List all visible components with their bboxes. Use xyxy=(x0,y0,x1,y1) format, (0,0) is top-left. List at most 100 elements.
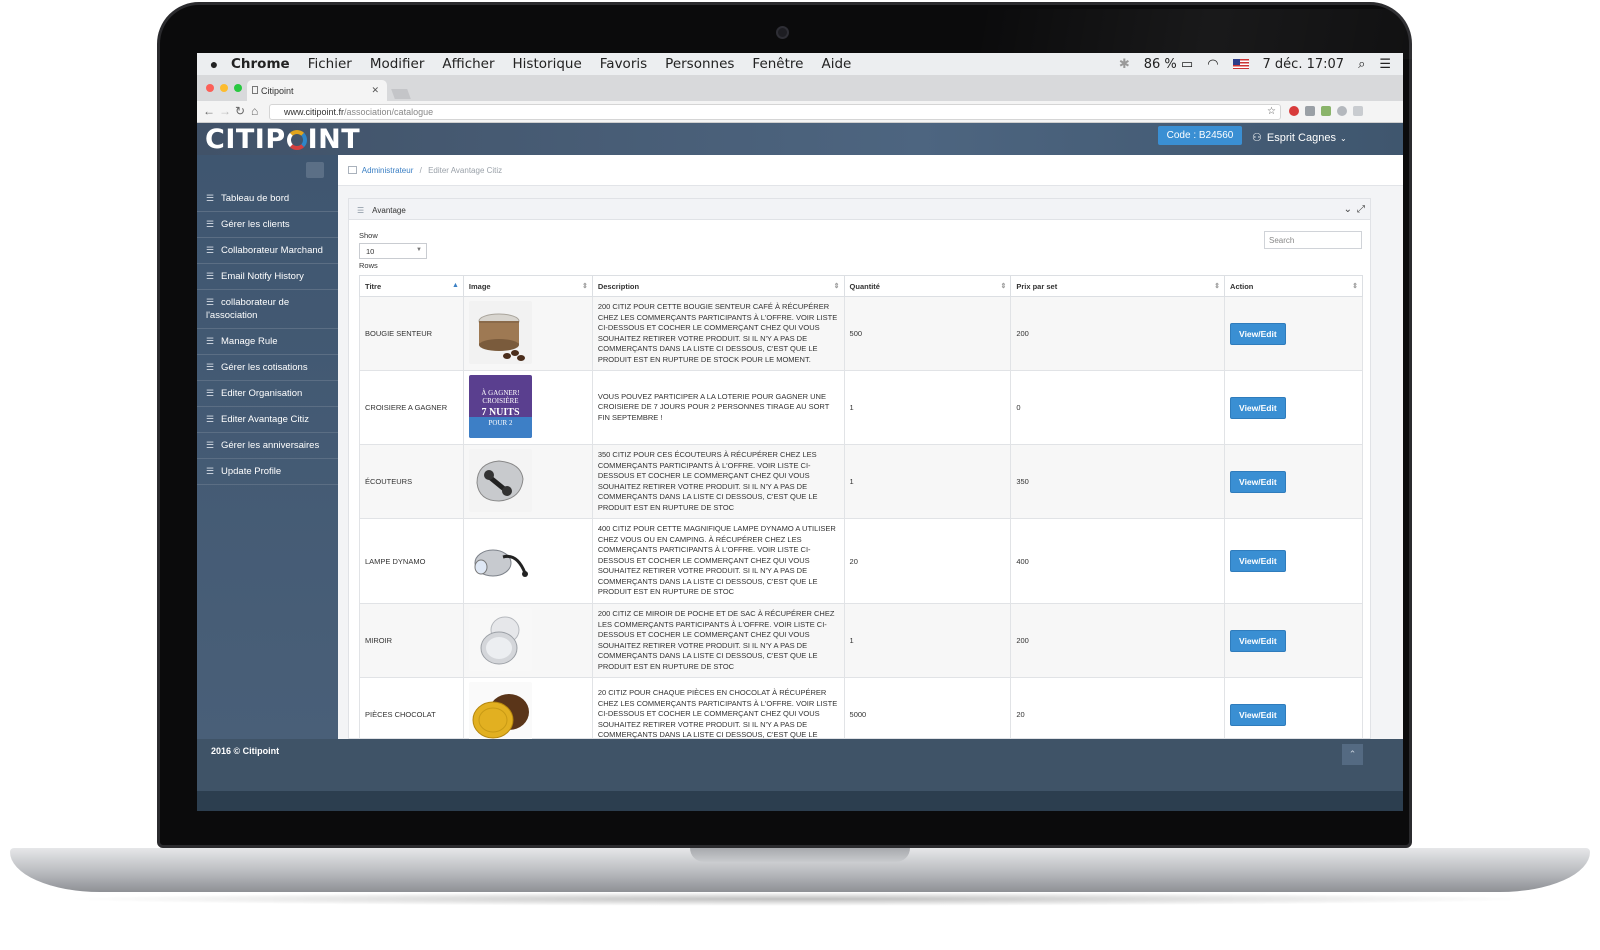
reload-icon[interactable]: ↻ xyxy=(235,104,245,118)
extension-icon[interactable] xyxy=(1337,106,1347,116)
home-icon[interactable]: ⌂ xyxy=(251,104,258,118)
sidebar-item-update-profile[interactable]: ☰ Update Profile xyxy=(197,459,338,485)
col-quantite[interactable]: Quantité ⇕ xyxy=(843,275,1012,297)
extension-icon[interactable] xyxy=(1353,106,1363,116)
col-prix[interactable]: Prix par set ⇕ xyxy=(1010,275,1226,297)
search-input[interactable]: Search xyxy=(1264,231,1362,249)
chevron-down-icon: ▼ xyxy=(416,247,422,253)
wifi-icon[interactable]: ◠ xyxy=(1207,57,1218,72)
col-description[interactable]: Description ⇕ xyxy=(591,275,845,297)
battery-status[interactable]: 86 % ▭ xyxy=(1144,57,1193,72)
close-window-button[interactable] xyxy=(206,84,214,92)
url-host: www.citipoint.fr xyxy=(284,107,345,117)
extension-icon[interactable] xyxy=(1305,106,1315,116)
menu-fichier[interactable]: Fichier xyxy=(308,56,352,72)
menu-personnes[interactable]: Personnes xyxy=(665,56,734,72)
sidebar-item-gerer-clients[interactable]: ☰ Gérer les clients xyxy=(197,212,338,238)
sidebar-toggle-button[interactable] xyxy=(306,162,324,178)
extension-adblock-icon[interactable] xyxy=(1289,106,1299,116)
user-name: Esprit Cagnes xyxy=(1266,132,1336,144)
sidebar-item-gerer-cotisations[interactable]: ☰ Gérer les cotisations xyxy=(197,355,338,381)
svg-text:7 NUITS: 7 NUITS xyxy=(481,407,520,418)
forward-icon[interactable]: → xyxy=(219,104,231,118)
menu-chrome[interactable]: Chrome xyxy=(231,56,290,72)
cell-quantite: 20 xyxy=(843,518,1012,604)
rows-per-page-select[interactable]: 10 ▼ xyxy=(359,243,427,259)
spotlight-search-icon[interactable]: ⌕ xyxy=(1358,57,1365,72)
sidebar-item-editer-organisation[interactable]: ☰ Editer Organisation xyxy=(197,381,338,407)
clock[interactable]: 7 déc. 17:07 xyxy=(1263,57,1345,72)
menu-afficher[interactable]: Afficher xyxy=(442,56,494,72)
col-image[interactable]: Image ⇕ xyxy=(462,275,593,297)
panel-header: ☰ Avantage ⌄ ⤢ xyxy=(349,199,1370,220)
menubar-status: ✱ 86 % ▭ ◠ 7 déc. 17:07 ⌕ ☰ xyxy=(1119,53,1391,75)
close-tab-icon[interactable]: ✕ xyxy=(371,85,379,96)
cell-action: View/Edit xyxy=(1224,296,1363,371)
mirror-image[interactable] xyxy=(468,608,532,671)
cruise-image[interactable]: À GAGNER! CROISIÈRE 7 NUITS POUR 2 xyxy=(468,375,532,438)
col-action[interactable]: Action ⇕ xyxy=(1224,275,1363,297)
list-icon: ☰ xyxy=(206,414,215,424)
earphones-image[interactable] xyxy=(468,449,532,512)
view-edit-button[interactable]: View/Edit xyxy=(1230,703,1286,726)
citipoint-logo[interactable]: CITIP INT xyxy=(205,124,360,155)
chocolate-coins-image[interactable] xyxy=(468,682,532,745)
cell-action: View/Edit xyxy=(1224,518,1363,604)
bookmark-star-icon[interactable]: ☆ xyxy=(1267,106,1276,117)
scroll-to-top-icon[interactable]: ⌃ xyxy=(1342,744,1363,765)
tab-title: Citipoint xyxy=(261,86,294,96)
new-tab-button[interactable] xyxy=(391,89,411,99)
cell-prix: 0 xyxy=(1010,370,1226,445)
view-edit-button[interactable]: View/Edit xyxy=(1230,322,1286,345)
expand-icon[interactable]: ⤢ xyxy=(1357,204,1365,215)
breadcrumb-administrateur[interactable]: Administrateur xyxy=(362,166,414,175)
candle-image[interactable] xyxy=(468,301,532,364)
col-titre[interactable]: Titre ▲ xyxy=(359,275,464,297)
user-menu[interactable]: ⚇ Esprit Cagnes ⌄ xyxy=(1252,131,1347,144)
sort-icon: ⇕ xyxy=(1352,283,1358,290)
menu-modifier[interactable]: Modifier xyxy=(370,56,425,72)
url-path: /association/catalogue xyxy=(344,107,434,117)
sidebar-item-collaborateur-marchand[interactable]: ☰ Collaborateur Marchand xyxy=(197,238,338,264)
footer: 2016 © Citipoint ⌃ xyxy=(197,739,1403,791)
bluetooth-icon[interactable]: ✱ xyxy=(1119,57,1130,72)
view-edit-button[interactable]: View/Edit xyxy=(1230,396,1286,419)
apple-icon[interactable]: ● xyxy=(197,56,231,72)
cell-quantite: 1 xyxy=(843,603,1012,678)
collapse-chevron-icon[interactable]: ⌄ xyxy=(1344,204,1352,215)
cell-image xyxy=(462,296,593,371)
menu-aide[interactable]: Aide xyxy=(821,56,851,72)
maximize-window-button[interactable] xyxy=(234,84,242,92)
dynamo-lamp-image[interactable] xyxy=(468,528,532,592)
url-input[interactable]: www.citipoint.fr/association/catalogue ☆ xyxy=(269,104,1281,120)
laptop-notch xyxy=(690,848,910,862)
extension-icon[interactable] xyxy=(1321,106,1331,116)
sidebar-item-editer-avantage-citiz[interactable]: ☰ Editer Avantage Citiz xyxy=(197,407,338,433)
app-header: CITIP INT Code : B24560 ⚇ Esprit Cagnes ⌄ xyxy=(197,123,1403,155)
view-edit-button[interactable]: View/Edit xyxy=(1230,470,1286,493)
sidebar-item-email-notify-history[interactable]: ☰ Email Notify History xyxy=(197,264,338,290)
table-row: MIROIR 200 CITIZ CE MIROIR DE POCHE ET D… xyxy=(359,603,1363,678)
menu-historique[interactable]: Historique xyxy=(513,56,582,72)
menu-fenetre[interactable]: Fenêtre xyxy=(752,56,803,72)
breadcrumb-separator: / xyxy=(419,166,422,175)
sort-asc-icon: ▲ xyxy=(451,282,459,289)
browser-tab[interactable]: Citipoint ✕ xyxy=(247,80,387,101)
list-icon: ☰ xyxy=(206,245,215,255)
screen: ● Chrome Fichier Modifier Afficher Histo… xyxy=(197,53,1403,811)
code-badge[interactable]: Code : B24560 xyxy=(1158,126,1242,145)
minimize-window-button[interactable] xyxy=(220,84,228,92)
browser-tab-strip: Citipoint ✕ xyxy=(197,75,1403,101)
sidebar-item-tableau-de-bord[interactable]: ☰ Tableau de bord xyxy=(197,186,338,212)
breadcrumb-current: Editer Avantage Citiz xyxy=(428,166,503,175)
back-icon[interactable]: ← xyxy=(203,104,215,118)
notification-center-icon[interactable]: ☰ xyxy=(1379,57,1391,72)
sidebar-item-collaborateur-association[interactable]: ☰ collaborateur de l'association xyxy=(197,290,338,329)
menu-favoris[interactable]: Favoris xyxy=(600,56,647,72)
sidebar-item-manage-rule[interactable]: ☰ Manage Rule xyxy=(197,329,338,355)
view-edit-button[interactable]: View/Edit xyxy=(1230,550,1286,572)
us-flag-icon[interactable] xyxy=(1232,59,1249,69)
sidebar-item-gerer-anniversaires[interactable]: ☰ Gérer les anniversaires xyxy=(197,433,338,459)
list-icon: ☰ xyxy=(206,336,215,346)
view-edit-button[interactable]: View/Edit xyxy=(1230,629,1286,652)
